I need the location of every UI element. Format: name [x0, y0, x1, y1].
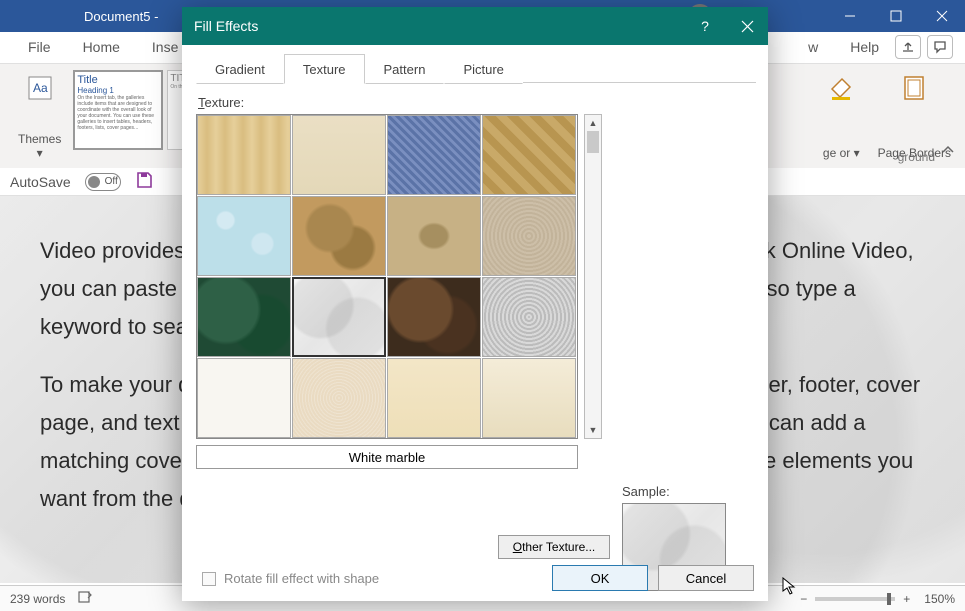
document-title: Document5 - — [84, 9, 158, 24]
texture-item[interactable] — [482, 358, 576, 438]
texture-grid — [196, 114, 578, 439]
texture-scrollbar[interactable]: ▲ ▼ — [584, 114, 602, 439]
save-icon[interactable] — [135, 171, 153, 192]
svg-text:Aa: Aa — [33, 81, 48, 95]
texture-label: Texture: — [198, 95, 754, 110]
chevron-up-icon[interactable]: ▲ — [585, 115, 601, 131]
texture-item[interactable] — [482, 196, 576, 276]
tab-texture[interactable]: Texture — [284, 54, 365, 84]
zoom-out-button[interactable]: − — [800, 592, 807, 606]
paint-bucket-icon — [823, 70, 859, 106]
tab-gradient[interactable]: Gradient — [196, 54, 284, 84]
share-button[interactable] — [895, 35, 921, 59]
tab-file[interactable]: File — [12, 33, 67, 63]
texture-item[interactable] — [387, 196, 481, 276]
spellcheck-icon[interactable] — [77, 589, 93, 608]
sample-label: Sample: — [622, 484, 670, 499]
texture-item[interactable] — [482, 277, 576, 357]
texture-item[interactable] — [292, 115, 386, 195]
fill-effects-dialog: Fill Effects ? Gradient Texture Pattern … — [182, 7, 768, 601]
word-count[interactable]: 239 words — [10, 592, 65, 606]
dialog-tabs: Gradient Texture Pattern Picture — [182, 45, 768, 83]
maximize-button[interactable] — [873, 0, 919, 32]
ribbon-group-label: ground — [898, 150, 935, 164]
texture-item[interactable] — [197, 277, 291, 357]
themes-gallery[interactable]: Title Heading 1 On the Insert tab, the g… — [73, 70, 195, 150]
texture-item[interactable] — [292, 358, 386, 438]
comments-button[interactable] — [927, 35, 953, 59]
scrollbar-thumb[interactable] — [587, 131, 599, 153]
texture-item[interactable] — [197, 196, 291, 276]
tab-home[interactable]: Home — [67, 33, 136, 63]
themes-button[interactable]: Aa Themes▾ — [12, 70, 67, 164]
rotate-checkbox[interactable] — [202, 572, 216, 586]
selected-texture-name: White marble — [196, 445, 578, 469]
ok-button[interactable]: OK — [552, 565, 648, 591]
texture-item[interactable] — [292, 196, 386, 276]
cursor-icon — [782, 577, 800, 595]
tab-view[interactable]: w — [792, 33, 834, 63]
zoom-level[interactable]: 150% — [924, 592, 955, 606]
texture-item[interactable] — [197, 115, 291, 195]
rotate-label: Rotate fill effect with shape — [224, 571, 379, 586]
tab-pattern[interactable]: Pattern — [365, 54, 445, 84]
ribbon-collapse-chevron-icon[interactable] — [941, 143, 955, 162]
page-color-button[interactable]: ge or ▾ — [817, 70, 866, 164]
dialog-title: Fill Effects — [194, 18, 258, 34]
theme-item-1[interactable]: Title Heading 1 On the Insert tab, the g… — [73, 70, 163, 150]
texture-item[interactable] — [482, 115, 576, 195]
zoom-slider[interactable] — [815, 597, 895, 601]
close-button[interactable] — [919, 0, 965, 32]
tab-help[interactable]: Help — [834, 33, 895, 63]
texture-item[interactable] — [387, 277, 481, 357]
texture-item[interactable] — [387, 358, 481, 438]
autosave-label: AutoSave — [10, 174, 71, 190]
minimize-button[interactable] — [827, 0, 873, 32]
dialog-help-button[interactable]: ? — [684, 7, 726, 45]
autosave-toggle[interactable]: Off — [85, 173, 121, 191]
chevron-down-icon[interactable]: ▼ — [585, 422, 601, 438]
zoom-in-button[interactable]: + — [903, 592, 910, 606]
texture-item[interactable] — [197, 358, 291, 438]
texture-item[interactable] — [387, 115, 481, 195]
page-borders-icon — [896, 70, 932, 106]
other-texture-button[interactable]: Other Texture... — [498, 535, 610, 559]
texture-item-selected[interactable] — [292, 277, 386, 357]
dialog-close-button[interactable] — [726, 7, 768, 45]
dialog-titlebar: Fill Effects ? — [182, 7, 768, 45]
rotate-fill-option: Rotate fill effect with shape — [202, 571, 379, 586]
cancel-button[interactable]: Cancel — [658, 565, 754, 591]
tab-picture[interactable]: Picture — [444, 54, 522, 84]
